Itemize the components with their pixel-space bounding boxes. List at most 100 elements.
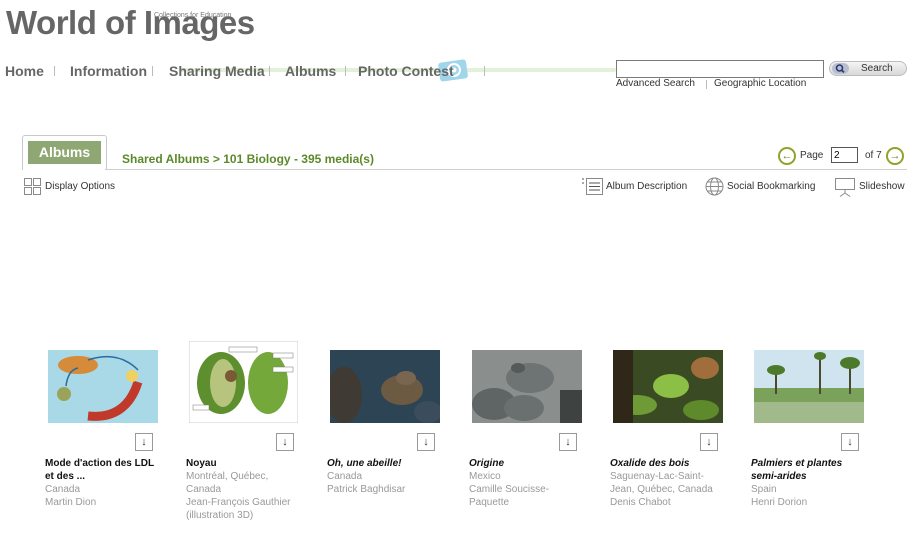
search-icon: [832, 63, 849, 74]
media-location: Canada Martin Dion: [45, 483, 163, 509]
media-location-line: Spain: [751, 484, 777, 495]
media-title[interactable]: Mode d'action des LDL et des ...: [45, 457, 163, 483]
media-thumbnail[interactable]: [754, 350, 864, 423]
download-button[interactable]: ↓: [841, 433, 859, 451]
site-logo[interactable]: World of Images Collections for Educatio…: [6, 4, 255, 46]
search-button-label: Search: [861, 63, 893, 74]
media-thumbnail[interactable]: [613, 350, 723, 423]
media-thumbnail[interactable]: [189, 341, 298, 423]
media-location-line: Mexico: [469, 471, 501, 482]
media-title-line: Oh, une abeille!: [327, 458, 402, 469]
download-button[interactable]: ↓: [559, 433, 577, 451]
media-location: Spain Henri Dorion: [751, 483, 869, 509]
albums-tab[interactable]: Albums: [22, 135, 107, 170]
download-button[interactable]: ↓: [700, 433, 718, 451]
search-button[interactable]: Search: [829, 61, 907, 76]
download-arrow-icon: ↓: [282, 436, 288, 448]
page-label: Page: [800, 150, 824, 161]
nav-photo-contest[interactable]: Photo Contest: [358, 63, 454, 79]
media-title-line: Palmiers et plantes: [751, 458, 843, 469]
media-title[interactable]: Oxalide des bois: [610, 457, 728, 470]
breadcrumb: Shared Albums > 101 Biology - 395 media(…: [122, 152, 374, 166]
arrow-right-icon: →: [889, 150, 901, 162]
nucleus-3d-thumbnail: [189, 341, 298, 423]
nav-home[interactable]: Home: [5, 63, 44, 79]
media-author-line: Henri Dorion: [751, 497, 808, 508]
turtles-photo-thumbnail: [472, 350, 582, 423]
media-thumbnail[interactable]: [48, 350, 158, 423]
media-thumbnail[interactable]: [330, 350, 440, 423]
social-bookmarking-button[interactable]: Social Bookmarking: [705, 176, 823, 196]
album-description-label: Album Description: [606, 181, 688, 192]
nav-divider: [484, 66, 485, 76]
nav-divider: [345, 66, 346, 76]
otter-photo-thumbnail: [330, 350, 440, 423]
media-location-line: Saguenay-Lac-Saint-: [610, 471, 704, 482]
media-location: Saguenay-Lac-Saint- Jean, Québec, Canada…: [610, 470, 728, 509]
grid-icon: [24, 178, 41, 195]
media-title[interactable]: Palmiers et plantes semi-arides: [751, 457, 869, 483]
list-icon: [582, 178, 603, 195]
media-location-line: Montréal, Québec,: [186, 471, 269, 482]
nav-albums[interactable]: Albums: [285, 63, 336, 79]
media-author-line: Paquette: [469, 497, 510, 508]
media-location-line: Canada: [327, 471, 363, 482]
download-arrow-icon: ↓: [141, 436, 147, 448]
download-arrow-icon: ↓: [565, 436, 571, 448]
media-title-line: Mode d'action des LDL: [45, 458, 155, 469]
slideshow-label: Slideshow: [859, 181, 905, 192]
download-button[interactable]: ↓: [417, 433, 435, 451]
media-author-line: Camille Soucisse-: [469, 484, 550, 495]
nav-divider: [269, 66, 270, 76]
advanced-search-link[interactable]: Advanced Search: [616, 78, 695, 89]
page-total: of 7: [865, 150, 882, 161]
download-button[interactable]: ↓: [135, 433, 153, 451]
download-button[interactable]: ↓: [276, 433, 294, 451]
media-location-line: Canada: [45, 484, 81, 495]
search-input[interactable]: [616, 60, 824, 78]
nav-sharing-media[interactable]: Sharing Media: [169, 63, 265, 79]
arrow-left-icon: ←: [781, 150, 793, 162]
album-description-button[interactable]: Album Description: [582, 176, 694, 196]
globe-icon: [705, 177, 724, 196]
media-thumbnail[interactable]: [472, 350, 582, 423]
display-options-button[interactable]: Display Options: [24, 176, 124, 196]
ldl-diagram-thumbnail: [48, 350, 158, 423]
media-title-line: Origine: [469, 458, 505, 469]
media-title-line: et des ...: [45, 471, 86, 482]
media-location-line: Canada: [186, 484, 222, 495]
previous-page-button[interactable]: ←: [778, 147, 796, 165]
slideshow-button[interactable]: Slideshow: [834, 176, 914, 197]
media-location: Canada Patrick Baghdisar: [327, 470, 445, 496]
wood-sorrel-photo-thumbnail: [613, 350, 723, 423]
nav-divider: [54, 66, 55, 76]
social-bookmarking-label: Social Bookmarking: [727, 181, 816, 192]
geographic-location-link[interactable]: Geographic Location: [714, 78, 806, 89]
projector-screen-icon: [835, 178, 855, 197]
next-page-button[interactable]: →: [886, 147, 904, 165]
media-title-line: Noyau: [186, 458, 217, 469]
media-author-line: Martin Dion: [45, 497, 97, 508]
logo-tagline: Collections for Education: [154, 12, 232, 19]
albums-tab-label: Albums: [28, 141, 101, 164]
media-location-line: Jean, Québec, Canada: [610, 484, 713, 495]
media-title[interactable]: Origine: [469, 457, 587, 470]
download-arrow-icon: ↓: [847, 436, 853, 448]
media-location: Montréal, Québec, Canada Jean-François G…: [186, 470, 304, 522]
palm-trees-photo-thumbnail: [754, 350, 864, 423]
media-title[interactable]: Oh, une abeille!: [327, 457, 445, 470]
tab-divider: [105, 169, 907, 170]
link-divider: [706, 80, 707, 89]
media-author-line: Denis Chabot: [610, 497, 671, 508]
media-title[interactable]: Noyau: [186, 457, 304, 470]
download-arrow-icon: ↓: [423, 436, 429, 448]
media-location: Mexico Camille Soucisse- Paquette: [469, 470, 587, 509]
download-arrow-icon: ↓: [706, 436, 712, 448]
nav-information[interactable]: Information: [70, 63, 147, 79]
display-options-label: Display Options: [45, 181, 116, 192]
page-number-input[interactable]: [831, 147, 858, 163]
media-title-line: Oxalide des bois: [610, 458, 690, 469]
main-nav: Home Information Sharing Media Albums Ph…: [0, 57, 616, 83]
nav-divider: [152, 66, 153, 76]
media-author-line: (illustration 3D): [186, 510, 254, 521]
